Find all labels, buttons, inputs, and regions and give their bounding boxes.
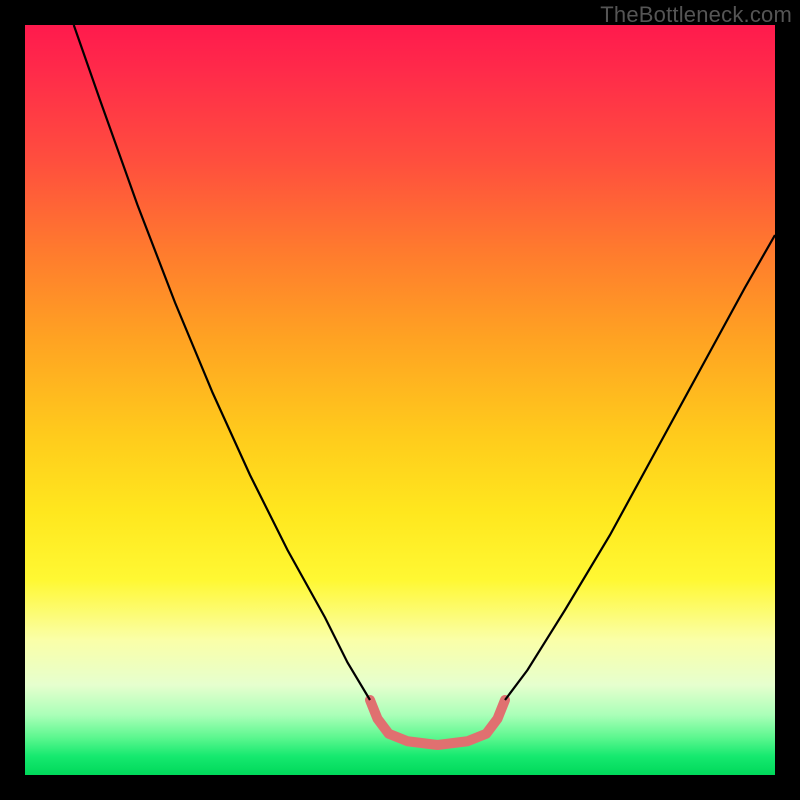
curve-layer (25, 25, 775, 775)
right-curve-path (505, 235, 775, 700)
plot-area (25, 25, 775, 775)
valley-floor-path (370, 700, 505, 745)
watermark-text: TheBottleneck.com (600, 2, 792, 28)
left-curve-path (74, 25, 370, 700)
chart-frame: TheBottleneck.com (0, 0, 800, 800)
